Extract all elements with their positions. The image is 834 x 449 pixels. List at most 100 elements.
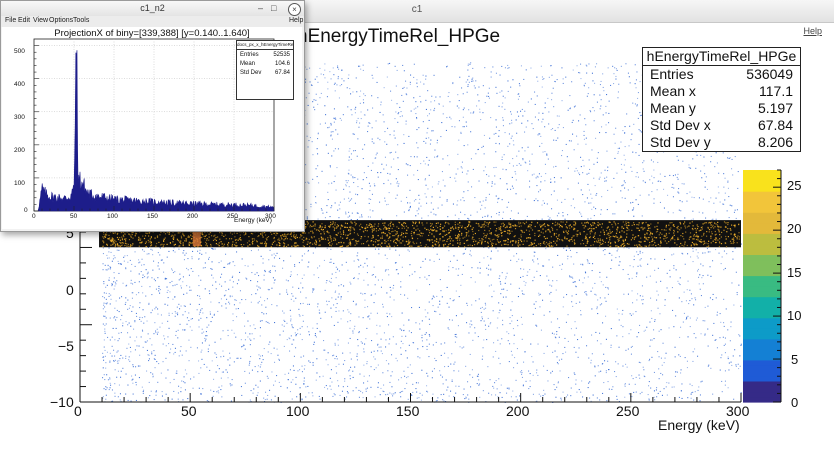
data-point: [597, 365, 599, 367]
data-point: [637, 265, 639, 267]
data-point: [495, 132, 497, 134]
data-point: [600, 105, 602, 107]
data-point: [333, 150, 335, 152]
data-point: [501, 156, 503, 158]
data-point: [704, 180, 706, 182]
data-point: [108, 257, 110, 259]
data-point: [508, 249, 510, 251]
data-point: [465, 396, 467, 398]
data-point: [325, 282, 327, 284]
data-point: [512, 158, 514, 160]
data-point: [249, 325, 251, 327]
data-point: [437, 207, 439, 209]
data-point: [437, 183, 439, 185]
data-point: [572, 133, 574, 135]
data-point: [183, 381, 185, 383]
data-point: [558, 327, 560, 329]
data-point: [367, 306, 369, 308]
data-point: [686, 367, 688, 369]
data-point: [454, 341, 456, 343]
data-point: [525, 380, 527, 382]
data-point: [648, 398, 650, 400]
data-point: [496, 213, 498, 215]
data-point: [382, 303, 384, 305]
data-point: [538, 294, 540, 296]
data-point: [691, 196, 693, 198]
data-point: [397, 121, 399, 123]
data-point: [303, 274, 305, 276]
data-point: [580, 213, 582, 215]
data-point: [589, 168, 591, 170]
data-point: [593, 206, 595, 208]
data-point: [446, 199, 448, 201]
data-point: [502, 117, 504, 119]
data-point: [443, 393, 445, 395]
data-point: [198, 275, 200, 277]
data-point: [313, 343, 315, 345]
data-point: [150, 248, 152, 250]
data-point: [535, 177, 537, 179]
data-point: [128, 307, 130, 309]
data-point: [193, 376, 195, 378]
data-point: [382, 372, 384, 374]
data-point: [660, 280, 662, 282]
data-point: [618, 313, 620, 315]
data-point: [468, 109, 470, 111]
data-point: [445, 129, 447, 131]
data-point: [340, 119, 342, 121]
data-point: [699, 400, 701, 402]
data-point: [656, 189, 658, 191]
data-point: [335, 271, 337, 273]
data-point: [145, 269, 147, 271]
data-point: [263, 397, 265, 399]
data-point: [620, 65, 622, 67]
data-point: [356, 353, 358, 355]
data-point: [586, 345, 588, 347]
data-point: [569, 95, 571, 97]
data-point: [364, 262, 366, 264]
data-point: [377, 364, 379, 366]
data-point: [408, 135, 410, 137]
data-point: [324, 69, 326, 71]
data-point: [589, 262, 591, 264]
data-point: [182, 281, 184, 283]
data-point: [510, 350, 512, 352]
data-point: [460, 166, 462, 168]
data-point: [360, 341, 362, 343]
data-point: [290, 255, 292, 257]
data-point: [389, 62, 391, 64]
data-point: [586, 95, 588, 97]
data-point: [521, 108, 523, 110]
data-point: [388, 363, 390, 365]
data-point: [211, 360, 213, 362]
data-point: [389, 392, 391, 394]
data-point: [258, 354, 260, 356]
data-point: [490, 76, 492, 78]
data-point: [199, 298, 201, 300]
data-point: [655, 389, 657, 391]
data-point: [348, 159, 350, 161]
data-point: [143, 389, 145, 391]
data-point: [431, 297, 433, 299]
data-point: [727, 157, 729, 159]
data-point: [273, 384, 275, 386]
data-point: [630, 329, 632, 331]
data-point: [363, 172, 365, 174]
data-point: [534, 91, 536, 93]
data-point: [259, 335, 261, 337]
data-point: [342, 310, 344, 312]
data-point: [257, 289, 259, 291]
data-point: [345, 213, 347, 215]
data-point: [348, 197, 350, 199]
data-point: [220, 298, 222, 300]
data-point: [502, 296, 504, 298]
data-point: [518, 287, 520, 289]
data-point: [322, 212, 324, 214]
data-point: [417, 356, 419, 358]
data-point: [309, 81, 311, 83]
data-point: [125, 355, 127, 357]
data-point: [520, 268, 522, 270]
data-point: [385, 269, 387, 271]
data-point: [102, 308, 104, 310]
data-point: [586, 65, 588, 67]
